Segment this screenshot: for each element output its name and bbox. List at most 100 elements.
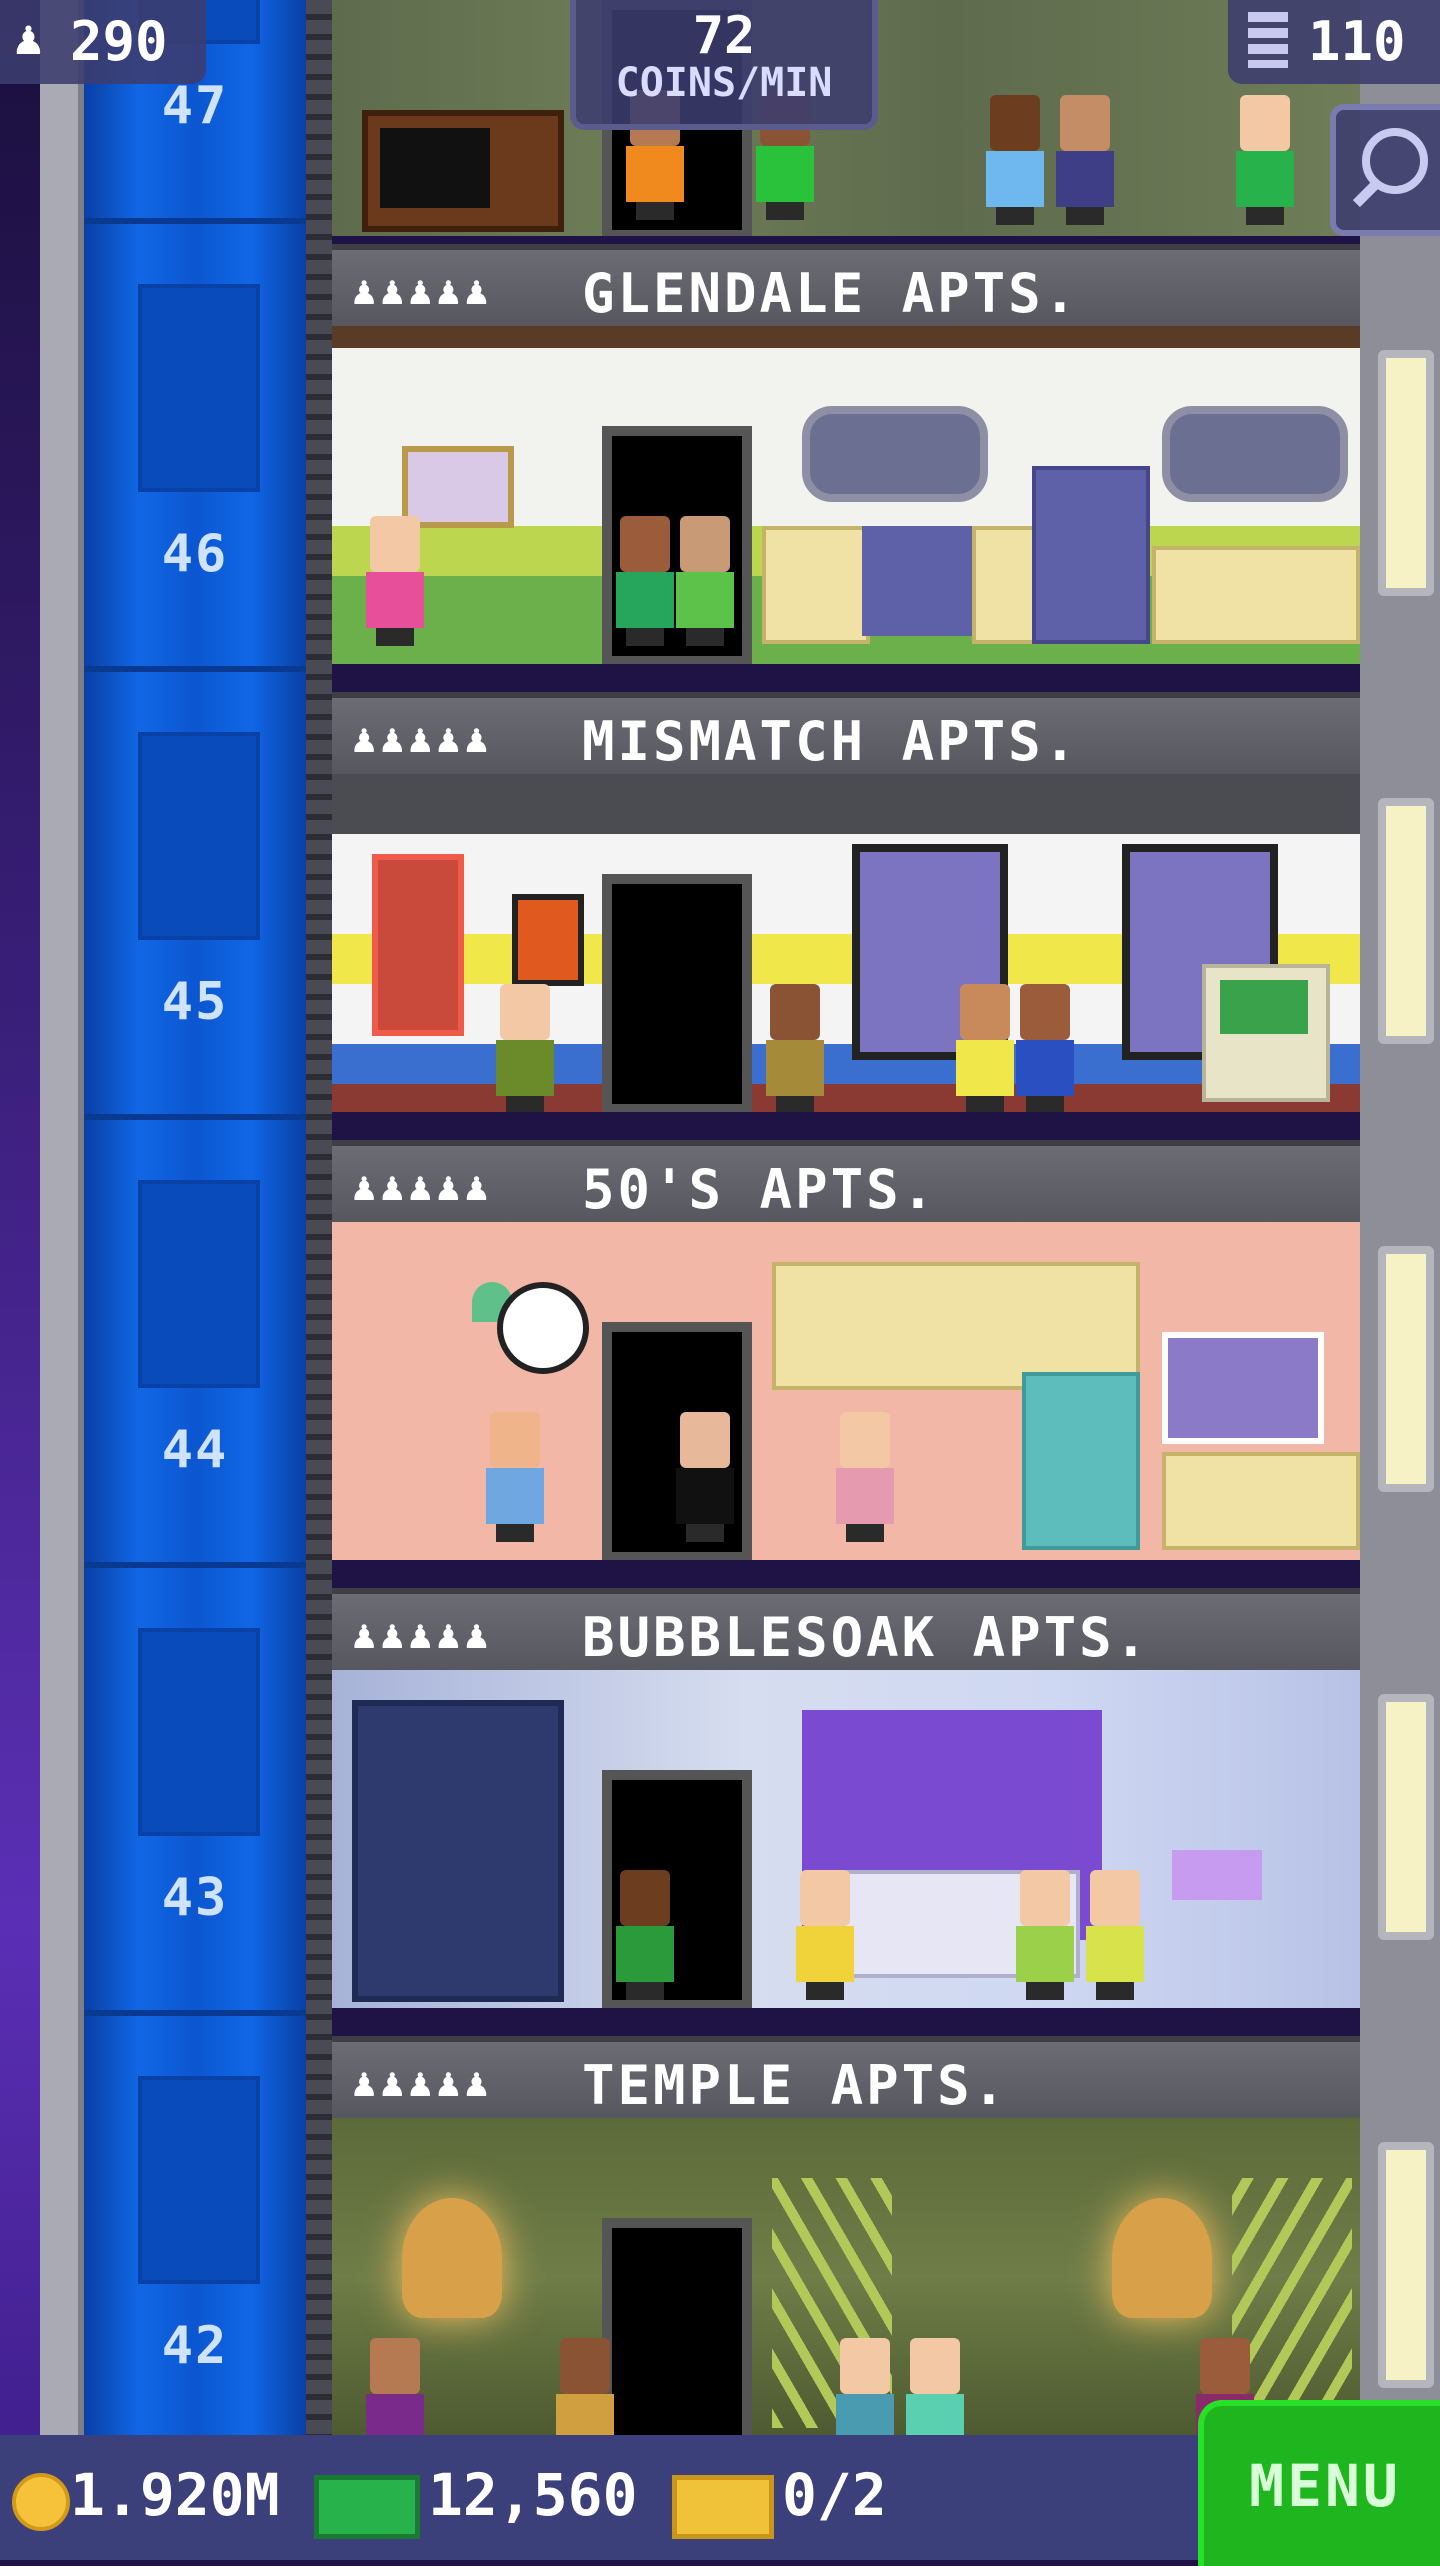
floor-name: GLENDALE APTS. bbox=[582, 262, 1080, 325]
menu-button[interactable]: MENU bbox=[1198, 2400, 1440, 2566]
room-floor-45[interactable] bbox=[332, 774, 1360, 1112]
shaft-panel bbox=[138, 732, 260, 940]
stove bbox=[862, 526, 972, 636]
coins-per-min-value: 72 bbox=[692, 6, 756, 66]
resident[interactable] bbox=[612, 516, 678, 646]
room-floor-44[interactable] bbox=[332, 1222, 1360, 1560]
wall-light bbox=[1378, 2142, 1434, 2388]
shaft-cable-edge bbox=[306, 0, 332, 2435]
residents-icon: ♟♟♟♟♟ bbox=[352, 716, 493, 762]
shower-stall bbox=[352, 1700, 564, 2002]
floor-label-bubblesoak[interactable]: ♟♟♟♟♟ BUBBLESOAK APTS. bbox=[332, 1588, 1360, 1676]
floor-name: TEMPLE APTS. bbox=[582, 2054, 1009, 2117]
window bbox=[1162, 1332, 1324, 1444]
resident[interactable] bbox=[902, 2338, 968, 2435]
resident[interactable] bbox=[1232, 95, 1298, 225]
framed-poster bbox=[372, 854, 464, 1036]
shaft-segment-43: 43 bbox=[84, 1562, 306, 2016]
shaft-segment-42: 42 bbox=[84, 2010, 306, 2464]
zoom-button[interactable] bbox=[1330, 104, 1440, 236]
floor-number-47: 47 bbox=[161, 76, 229, 136]
floors-counter[interactable]: 110 bbox=[1228, 0, 1440, 84]
resident[interactable] bbox=[982, 95, 1048, 225]
door bbox=[602, 2218, 752, 2435]
refrigerator bbox=[1022, 1372, 1140, 1550]
room-floor-43[interactable] bbox=[332, 1670, 1360, 2008]
floor-number-45: 45 bbox=[161, 972, 229, 1032]
shaft-panel bbox=[138, 1180, 260, 1388]
shaft-segment-44: 44 bbox=[84, 1114, 306, 1568]
population-value: 290 bbox=[70, 10, 168, 73]
bux-icon bbox=[314, 2475, 420, 2539]
shaft-panel bbox=[138, 1628, 260, 1836]
resident[interactable] bbox=[482, 1412, 548, 1542]
floor-label-mismatch[interactable]: ♟♟♟♟♟ MISMATCH APTS. bbox=[332, 692, 1360, 780]
lamp bbox=[1172, 1850, 1262, 1900]
tower-left-wall bbox=[40, 0, 84, 2435]
wall-light bbox=[1378, 350, 1434, 596]
resident[interactable] bbox=[1012, 984, 1078, 1112]
door bbox=[602, 874, 752, 1112]
residents-icon: ♟♟♟♟♟ bbox=[352, 268, 493, 314]
floors-value: 110 bbox=[1308, 10, 1406, 73]
resident[interactable] bbox=[362, 516, 428, 646]
floor-number-43: 43 bbox=[161, 1868, 229, 1928]
kitchen-counter bbox=[1162, 1452, 1360, 1550]
coins-per-min-panel[interactable]: 72 COINS/MIN bbox=[570, 0, 878, 130]
floor-label-50s[interactable]: ♟♟♟♟♟ 50'S APTS. bbox=[332, 1140, 1360, 1228]
resident[interactable] bbox=[492, 984, 558, 1112]
resident[interactable] bbox=[952, 984, 1018, 1112]
resident[interactable] bbox=[762, 984, 828, 1112]
wall-light bbox=[1378, 798, 1434, 1044]
floor-number-42: 42 bbox=[161, 2316, 229, 2376]
retro-computer bbox=[1202, 964, 1330, 1102]
resident[interactable] bbox=[792, 1870, 858, 2000]
shaft-panel bbox=[138, 284, 260, 492]
coins-value[interactable]: 1.920M bbox=[70, 2461, 280, 2529]
floor-label-glendale[interactable]: ♟♟♟♟♟ GLENDALE APTS. bbox=[332, 244, 1360, 332]
floor-label-temple[interactable]: ♟♟♟♟♟ TEMPLE APTS. bbox=[332, 2036, 1360, 2124]
resident[interactable] bbox=[552, 2338, 618, 2435]
floors-icon bbox=[1248, 12, 1288, 68]
population-counter[interactable]: ♟ 290 bbox=[0, 0, 206, 84]
shaft-segment-46: 46 bbox=[84, 218, 306, 672]
elevator-shaft[interactable]: 47 46 45 44 43 42 bbox=[84, 0, 306, 2464]
coins-per-min-label: COINS/MIN bbox=[615, 60, 833, 106]
wall-light bbox=[1378, 1246, 1434, 1492]
room-floor-46[interactable] bbox=[332, 326, 1360, 664]
shaft-segment-45: 45 bbox=[84, 666, 306, 1120]
upper-cabinets bbox=[772, 1262, 1140, 1390]
bux-value[interactable]: 12,560 bbox=[428, 2461, 638, 2529]
resident[interactable] bbox=[612, 1870, 678, 2000]
floor-name: MISMATCH APTS. bbox=[582, 710, 1080, 773]
shaft-panel bbox=[138, 2076, 260, 2284]
resident[interactable] bbox=[832, 1412, 898, 1542]
floor-number-44: 44 bbox=[161, 1420, 229, 1480]
coin-icon bbox=[12, 2473, 70, 2531]
person-icon: ♟ bbox=[14, 10, 43, 66]
resident[interactable] bbox=[1012, 1870, 1078, 2000]
wall-clock bbox=[497, 1282, 589, 1374]
resident[interactable] bbox=[1052, 95, 1118, 225]
tv-cabinet bbox=[362, 110, 564, 232]
search-zoom-icon-handle bbox=[1352, 178, 1382, 208]
resident[interactable] bbox=[832, 2338, 898, 2435]
lion-statue bbox=[1112, 2198, 1212, 2318]
tv-screen bbox=[380, 128, 490, 208]
resident[interactable] bbox=[362, 2338, 428, 2435]
lion-statue bbox=[402, 2198, 502, 2318]
resident[interactable] bbox=[1082, 1870, 1148, 2000]
window bbox=[802, 406, 988, 502]
floor-name: BUBBLESOAK APTS. bbox=[582, 1606, 1151, 1669]
framed-picture bbox=[512, 894, 584, 986]
resident[interactable] bbox=[672, 516, 738, 646]
kitchen-counter bbox=[1152, 546, 1360, 644]
sky-background bbox=[0, 0, 40, 2560]
refrigerator bbox=[1032, 466, 1150, 644]
resident[interactable] bbox=[672, 1412, 738, 1542]
ticket-icon bbox=[672, 2475, 774, 2539]
floor-name: 50'S APTS. bbox=[582, 1158, 938, 1221]
room-floor-42[interactable] bbox=[332, 2118, 1360, 2435]
tickets-value[interactable]: 0/2 bbox=[782, 2461, 887, 2529]
window bbox=[1162, 406, 1348, 502]
